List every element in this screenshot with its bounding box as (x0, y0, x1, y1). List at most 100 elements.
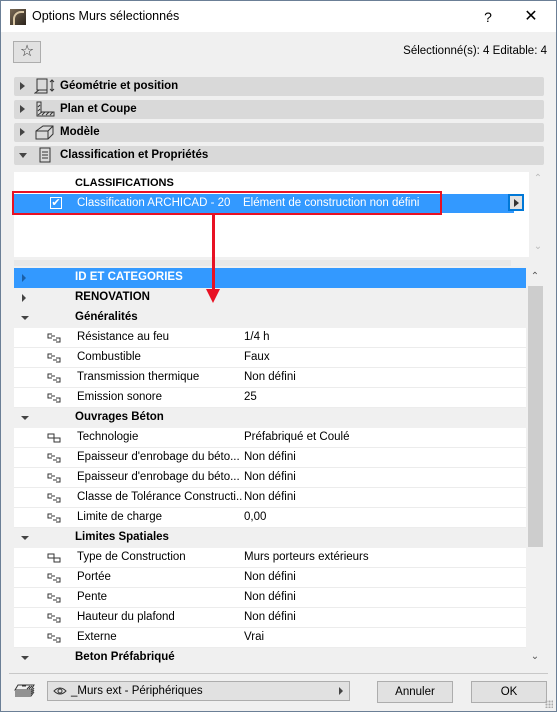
linked-property-icon (47, 513, 61, 523)
property-name: Résistance au feu (77, 331, 170, 343)
property-name: Portée (77, 571, 111, 583)
property-value[interactable]: Non défini (244, 371, 296, 383)
property-value[interactable]: Préfabriqué et Coulé (244, 431, 349, 443)
group-label: Ouvrages Béton (75, 411, 164, 423)
property-row[interactable]: Combustible Faux (14, 348, 526, 368)
linked-property-icon (47, 633, 61, 643)
property-value[interactable]: Murs porteurs extérieurs (244, 551, 369, 563)
property-name: Classe de Tolérance Constructi... (77, 491, 243, 503)
property-group-generalites[interactable]: Généralités (14, 308, 526, 328)
ok-button[interactable]: OK (471, 681, 547, 703)
property-value[interactable]: Vrai (244, 631, 264, 643)
property-value[interactable]: 1/4 h (244, 331, 270, 343)
property-name: Combustible (77, 351, 141, 363)
scroll-up-icon[interactable]: ⌃ (530, 272, 540, 282)
annotation-arrow-line (212, 215, 215, 291)
property-group-ouvrages-beton[interactable]: Ouvrages Béton (14, 408, 526, 428)
group-label: Limites Spatiales (75, 531, 169, 543)
archicad-app-icon (10, 9, 26, 25)
resize-grip[interactable] (545, 700, 553, 708)
property-value[interactable]: Faux (244, 351, 270, 363)
property-row[interactable]: Type de Construction Murs porteurs extér… (14, 548, 526, 568)
collapse-arrow-icon (21, 536, 29, 540)
section-classification-proprietes[interactable]: Classification et Propriétés (14, 146, 544, 165)
property-value[interactable]: Non défini (244, 591, 296, 603)
property-row[interactable]: Limite de charge 0,00 (14, 508, 526, 528)
floor-plan-section-icon (36, 101, 55, 117)
footer-separator (9, 673, 548, 674)
property-row[interactable]: Epaisseur d'enrobage du béto... Non défi… (14, 448, 526, 468)
property-group-beton-prefabrique[interactable]: Beton Préfabriqué (14, 648, 526, 666)
eye-icon (53, 687, 67, 695)
classifications-header: CLASSIFICATIONS (75, 177, 174, 189)
scroll-down-icon[interactable]: ⌄ (533, 242, 543, 252)
selection-info: Sélectionné(s): 4 Editable: 4 (403, 45, 547, 57)
expand-arrow-icon (20, 128, 25, 136)
expand-arrow-icon (20, 82, 25, 90)
chevron-right-icon (339, 687, 343, 695)
property-row[interactable]: Classe de Tolérance Constructi... Non dé… (14, 488, 526, 508)
layer-name: _Murs ext - Périphériques (71, 685, 203, 697)
property-name: Limite de charge (77, 511, 163, 523)
property-value[interactable]: Non défini (244, 471, 296, 483)
property-value[interactable]: 25 (244, 391, 257, 403)
property-value[interactable]: Non défini (244, 451, 296, 463)
layer-select[interactable]: _Murs ext - Périphériques (47, 681, 350, 701)
property-row[interactable]: Transmission thermique Non défini (14, 368, 526, 388)
property-value[interactable]: Non défini (244, 571, 296, 583)
linked-property-icon (47, 333, 61, 343)
linked-property-icon (47, 453, 61, 463)
property-group-limites-spatiales[interactable]: Limites Spatiales (14, 528, 526, 548)
group-label: RENOVATION (75, 291, 150, 303)
group-label: Généralités (75, 311, 138, 323)
property-row[interactable]: Emission sonore 25 (14, 388, 526, 408)
linked-property-icon (47, 393, 61, 403)
property-row[interactable]: Externe Vrai (14, 628, 526, 648)
collapse-arrow-icon (21, 416, 29, 420)
scrollbar-thumb[interactable] (528, 286, 543, 547)
linked-property-icon (47, 373, 61, 383)
property-name: Emission sonore (77, 391, 163, 403)
property-value[interactable]: 0,00 (244, 511, 266, 523)
document-icon (39, 147, 51, 163)
property-group-renovation[interactable]: RENOVATION (14, 288, 526, 308)
star-icon: ☆ (19, 43, 35, 60)
property-group-id-categories[interactable]: ID ET CATEGORIES (14, 268, 526, 288)
section-plan-coupe[interactable]: Plan et Coupe (14, 100, 544, 119)
properties-scrollbar[interactable]: ⌃ ⌄ (526, 268, 544, 666)
favorites-button[interactable]: ☆ (13, 41, 41, 63)
section-geometry-position[interactable]: Géométrie et position (14, 77, 544, 96)
scroll-down-icon[interactable]: ⌄ (530, 652, 540, 662)
close-button[interactable]: ✕ (516, 6, 546, 28)
section-label: Classification et Propriétés (60, 149, 209, 161)
section-label: Géométrie et position (60, 80, 179, 92)
custom-property-icon (47, 433, 61, 443)
property-name: Type de Construction (77, 551, 186, 563)
property-row[interactable]: Pente Non défini (14, 588, 526, 608)
scroll-up-icon[interactable]: ⌃ (533, 174, 543, 184)
classification-picker-button[interactable] (508, 194, 524, 211)
property-row[interactable]: Hauteur du plafond Non défini (14, 608, 526, 628)
classifications-scrollbar[interactable]: ⌃ ⌄ (529, 172, 544, 257)
cancel-button[interactable]: Annuler (377, 681, 453, 703)
collapse-arrow-icon (21, 656, 29, 660)
window-title: Options Murs sélectionnés (32, 9, 180, 23)
expand-arrow-icon (22, 294, 26, 302)
linked-property-icon (47, 473, 61, 483)
property-value[interactable]: Non défini (244, 491, 296, 503)
property-name: Transmission thermique (77, 371, 200, 383)
property-row[interactable]: Technologie Préfabriqué et Coulé (14, 428, 526, 448)
expand-arrow-icon (22, 274, 26, 282)
property-name: Technologie (77, 431, 139, 443)
section-modele[interactable]: Modèle (14, 123, 544, 142)
properties-list: ID ET CATEGORIES RENOVATION Généralités … (14, 268, 526, 666)
custom-property-icon (47, 553, 61, 563)
annotation-highlight-box (12, 191, 442, 215)
property-row[interactable]: Epaisseur d'enrobage du béto... Non défi… (14, 468, 526, 488)
property-row[interactable]: Résistance au feu 1/4 h (14, 328, 526, 348)
help-button[interactable]: ? (473, 6, 503, 28)
property-row[interactable]: Portée Non défini (14, 568, 526, 588)
section-label: Plan et Coupe (60, 103, 137, 115)
property-name: Epaisseur d'enrobage du béto... (77, 451, 240, 463)
property-value[interactable]: Non défini (244, 611, 296, 623)
